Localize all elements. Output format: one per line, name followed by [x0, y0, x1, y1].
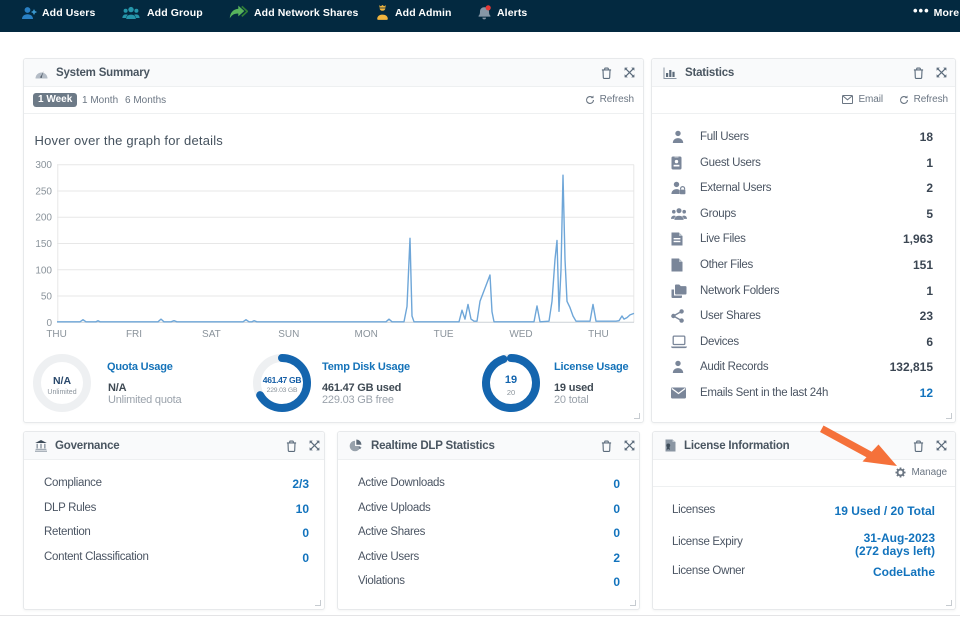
svg-text:SAT: SAT: [202, 329, 221, 340]
svg-text:WED: WED: [509, 329, 532, 340]
svg-text:SUN: SUN: [278, 329, 299, 340]
svg-text:100: 100: [35, 265, 52, 276]
svg-text:200: 200: [35, 213, 52, 224]
svg-text:FRI: FRI: [126, 329, 142, 340]
svg-text:TUE: TUE: [434, 329, 454, 340]
svg-text:THU: THU: [46, 329, 67, 340]
svg-text:50: 50: [41, 292, 53, 303]
svg-text:250: 250: [35, 187, 52, 198]
svg-text:300: 300: [35, 160, 52, 171]
svg-text:0: 0: [46, 318, 52, 329]
svg-text:THU: THU: [588, 329, 609, 340]
svg-text:MON: MON: [355, 329, 378, 340]
svg-text:150: 150: [35, 239, 52, 250]
